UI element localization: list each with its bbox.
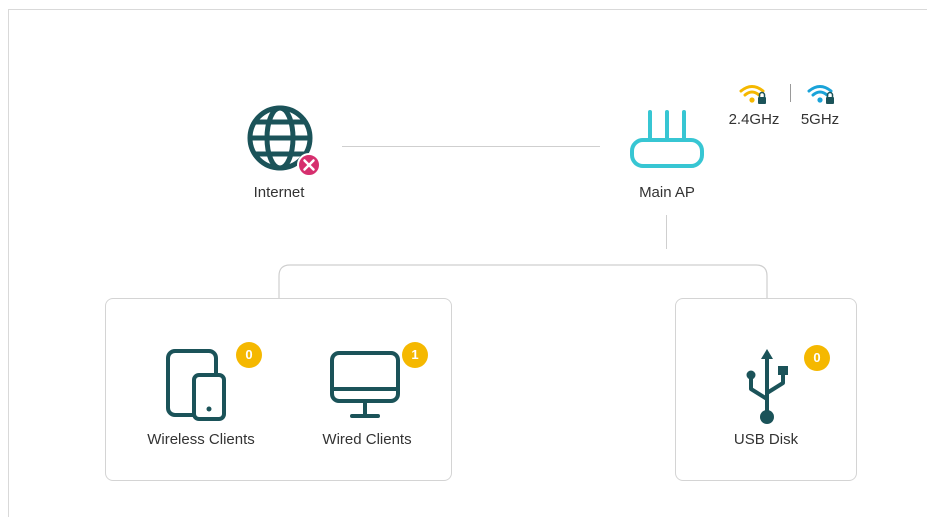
ap-down-link	[666, 215, 667, 249]
wired-count-badge: 1	[402, 342, 428, 368]
usb-panel: 0 USB Disk	[675, 298, 857, 481]
usb-disk-label: USB Disk	[733, 431, 799, 448]
wifi-lock-icon	[807, 85, 834, 104]
usb-icon	[746, 349, 788, 424]
usb-disk-item[interactable]: 0 USB Disk	[696, 339, 836, 454]
wireless-clients-label: Wireless Clients	[147, 431, 255, 448]
main-ap-node[interactable]: Main AP	[622, 108, 712, 208]
globe-icon	[247, 105, 321, 177]
tablet-phone-icon	[166, 349, 226, 421]
clients-panel: 0 Wireless Clients 1 Wired Clients	[105, 298, 452, 481]
wireless-count-badge: 0	[236, 342, 262, 368]
band-divider	[790, 84, 791, 102]
band-5ghz-label: 5GHz	[800, 111, 840, 128]
internet-label: Internet	[253, 184, 305, 201]
wired-clients-item[interactable]: 1 Wired Clients	[302, 339, 432, 454]
internet-ap-link	[342, 146, 600, 147]
wired-clients-label: Wired Clients	[322, 431, 412, 448]
main-ap-label: Main AP	[639, 184, 695, 201]
usb-count-badge: 0	[804, 345, 830, 371]
wifi-band-24ghz[interactable]: 2.4GHz	[722, 80, 786, 130]
monitor-icon	[330, 351, 400, 418]
wifi-band-5ghz[interactable]: 5GHz	[794, 80, 846, 130]
wifi-lock-icon	[739, 85, 766, 104]
internet-node[interactable]: Internet	[236, 100, 326, 210]
band-24ghz-label: 2.4GHz	[728, 111, 780, 128]
wireless-clients-item[interactable]: 0 Wireless Clients	[126, 339, 276, 454]
router-icon	[630, 110, 704, 168]
network-map: Internet Main AP 2.4GHz 5GHz 0 Wireless …	[0, 0, 927, 517]
